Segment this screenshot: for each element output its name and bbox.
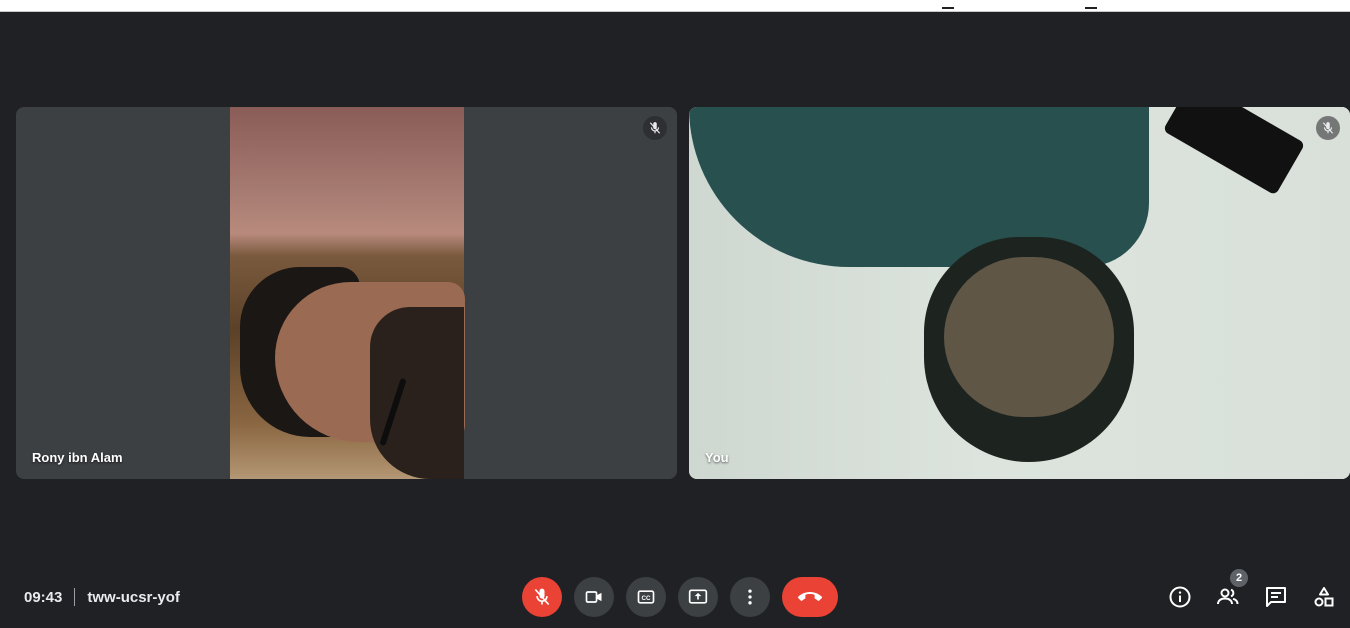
more-vert-icon <box>748 589 752 605</box>
meeting-info: 09:43 tww-ucsr-yof <box>24 588 180 606</box>
participant-name-label: You <box>705 450 729 465</box>
more-options-button[interactable] <box>730 577 770 617</box>
people-count-badge: 2 <box>1230 569 1248 587</box>
mic-off-icon <box>1316 116 1340 140</box>
people-button[interactable]: 2 <box>1206 569 1250 617</box>
activities-icon <box>1314 587 1334 607</box>
leave-call-button[interactable] <box>782 577 838 617</box>
meeting-code[interactable]: tww-ucsr-yof <box>87 589 180 606</box>
participant-video-self <box>689 107 1350 479</box>
mic-off-icon <box>643 116 667 140</box>
mic-off-icon <box>534 588 550 606</box>
participant-tile-remote[interactable]: Rony ibn Alam <box>16 107 677 479</box>
activities-button[interactable] <box>1302 577 1346 617</box>
participant-tile-self[interactable]: You <box>689 107 1350 479</box>
side-panel-controls: 2 <box>1158 569 1350 617</box>
microphone-toggle-button[interactable] <box>522 577 562 617</box>
closed-captions-icon: CC <box>637 590 655 604</box>
svg-text:CC: CC <box>641 595 651 602</box>
participant-video-remote <box>230 107 465 479</box>
call-controls: CC <box>522 577 838 617</box>
present-screen-icon <box>688 589 708 604</box>
meeting-details-button[interactable] <box>1158 577 1202 617</box>
info-icon <box>1169 586 1191 608</box>
camera-toggle-button[interactable] <box>574 577 614 617</box>
present-screen-button[interactable] <box>678 577 718 617</box>
captions-toggle-button[interactable]: CC <box>626 577 666 617</box>
people-icon <box>1217 588 1239 605</box>
meeting-time: 09:43 <box>24 588 63 606</box>
chat-icon <box>1266 587 1286 607</box>
chat-button[interactable] <box>1254 577 1298 617</box>
call-end-icon <box>798 592 822 601</box>
divider <box>74 588 76 606</box>
browser-top-strip <box>0 0 1350 12</box>
participant-name-label: Rony ibn Alam <box>32 450 123 465</box>
video-camera-icon <box>585 591 602 603</box>
